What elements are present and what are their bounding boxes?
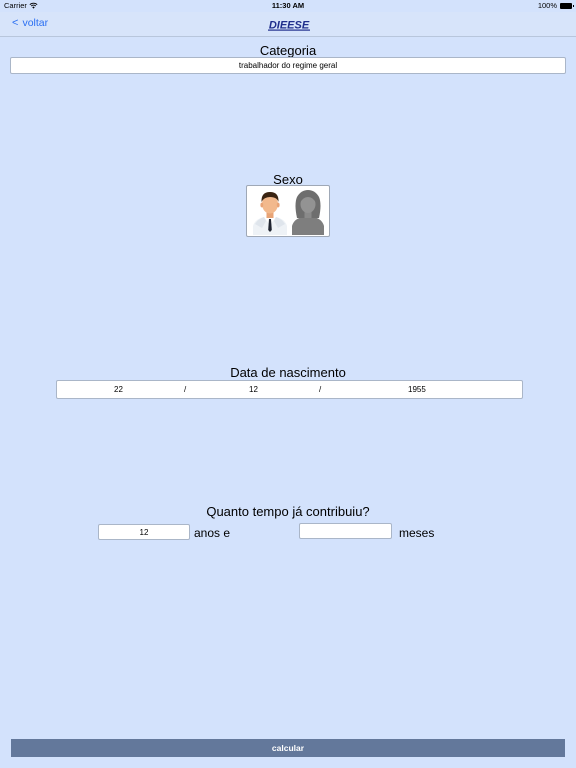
date-separator-2: / [319, 385, 322, 394]
birth-year-input[interactable]: 1955 [408, 385, 426, 394]
date-separator-1: / [184, 385, 187, 394]
status-bar: Carrier 11:30 AM 100% [0, 0, 576, 12]
nascimento-label: Data de nascimento [230, 365, 346, 380]
back-button[interactable]: < voltar [12, 17, 48, 29]
male-avatar-icon[interactable] [251, 188, 289, 235]
birth-month-input[interactable]: 12 [249, 385, 258, 394]
anos-input[interactable]: 12 [98, 524, 190, 540]
battery-percent: 100% [537, 1, 557, 10]
calcular-button[interactable]: calcular [11, 739, 565, 757]
birth-date-field: 22 / 12 / 1955 [56, 380, 523, 399]
screen: Carrier 11:30 AM 100% < voltar DIEESE Ca… [0, 0, 576, 768]
anos-label: anos e [194, 526, 231, 540]
birth-day-input[interactable]: 22 [114, 385, 123, 394]
calcular-label: calcular [271, 743, 305, 753]
back-label: voltar [22, 17, 49, 29]
female-avatar-icon[interactable] [289, 188, 327, 235]
logo-text: DIEESE [269, 20, 310, 32]
dieese-logo: DIEESE [268, 20, 310, 32]
chevron-left-icon: < [12, 17, 19, 29]
meses-input[interactable] [299, 523, 392, 539]
meses-label: meses [399, 526, 435, 540]
categoria-value: trabalhador do regime geral [238, 61, 338, 70]
battery-icon [560, 3, 574, 9]
anos-value: 12 [139, 527, 149, 537]
gender-selector [246, 185, 330, 237]
categoria-field[interactable]: trabalhador do regime geral [10, 57, 566, 74]
clock: 11:30 AM [271, 1, 305, 10]
nav-bar: < voltar DIEESE [0, 12, 576, 37]
categoria-label: Categoria [259, 43, 317, 58]
contribuicao-label: Quanto tempo já contribuiu? [206, 504, 370, 519]
